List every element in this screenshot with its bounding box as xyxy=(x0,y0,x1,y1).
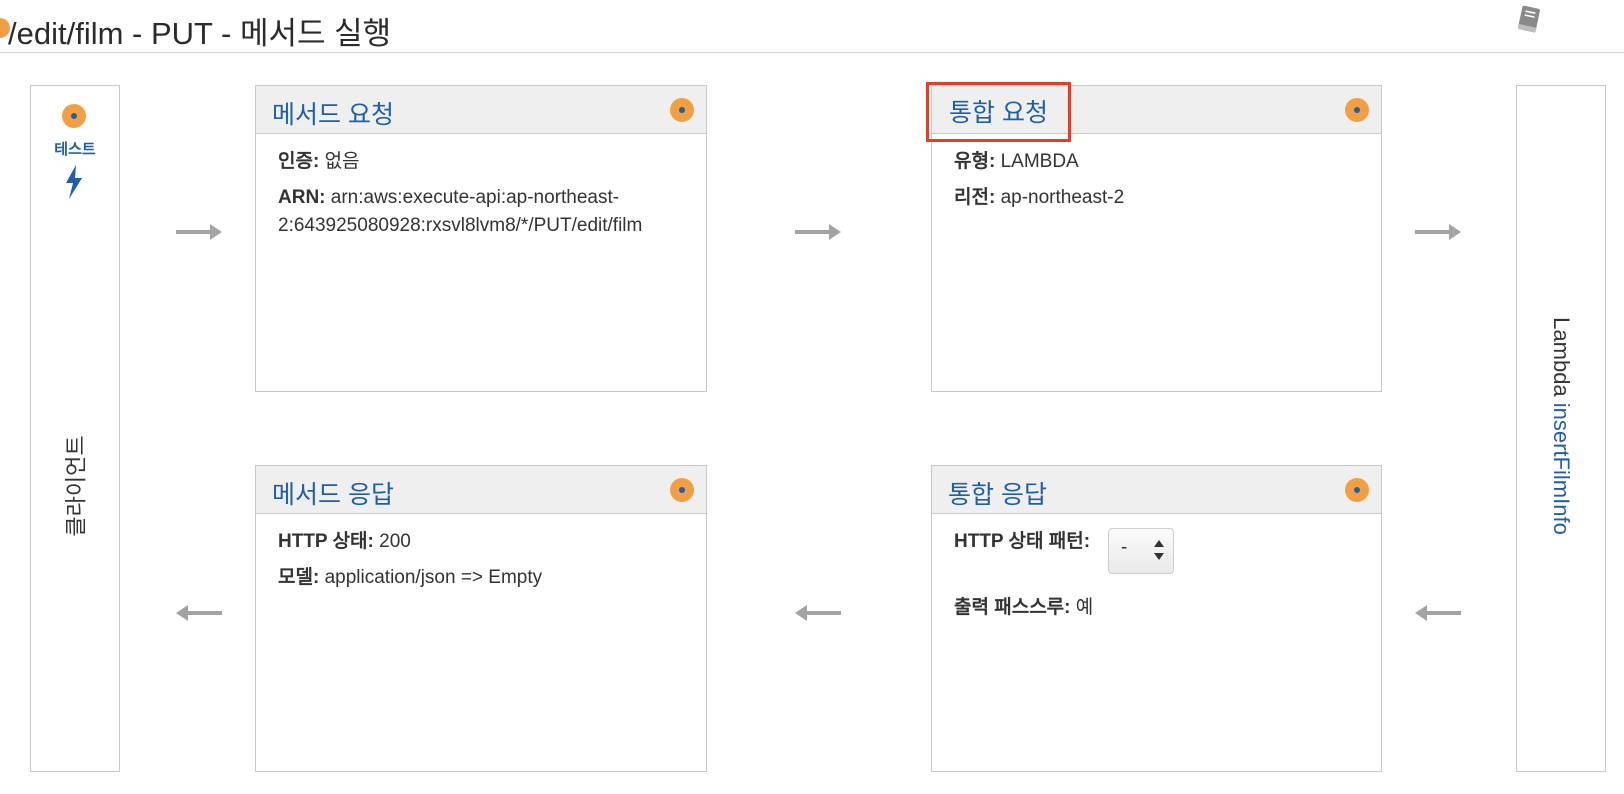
region-label: 리전: xyxy=(954,187,996,208)
arn-value-line1: arn:aws:execute-api:ap-northeast- xyxy=(330,187,620,208)
arn-label: ARN: xyxy=(278,187,326,208)
method-request-title[interactable]: 메서드 요청 xyxy=(272,95,394,131)
test-link[interactable]: 테스트 xyxy=(31,138,119,159)
passthrough-value: 예 xyxy=(1075,597,1094,618)
pattern-label: HTTP 상태 패턴: xyxy=(954,531,1091,552)
client-label: 클라이언트 xyxy=(64,435,90,537)
panel-status-dot xyxy=(1345,478,1369,502)
auth-row: 인증: 없음 xyxy=(278,148,360,176)
panel-header: 메서드 요청 xyxy=(256,86,706,134)
region-value: ap-northeast-2 xyxy=(1000,187,1125,208)
page-title: /edit/film - PUT - 메서드 실행 xyxy=(8,16,392,51)
panel-status-dot xyxy=(670,98,694,122)
panel-status-dot xyxy=(1345,98,1369,122)
client-column: 테스트 클라이언트 xyxy=(30,85,120,772)
integration-response-panel: 통합 응답 HTTP 상태 패턴: - 출력 패스스루: 예 xyxy=(931,465,1382,772)
integration-request-panel: 통합 요청 유형: LAMBDA 리전: ap-northeast-2 xyxy=(926,82,1382,392)
arrow-left-icon xyxy=(176,605,222,621)
panel-status-dot xyxy=(670,478,694,502)
auth-label: 인증: xyxy=(278,151,320,172)
header-divider xyxy=(0,52,1624,53)
auth-value: 없음 xyxy=(324,151,360,172)
lambda-column: Lambda insertFilmInfo xyxy=(1516,85,1606,772)
arrow-right-icon xyxy=(1415,224,1461,240)
model-value: application/json => Empty xyxy=(324,567,543,588)
status-value: 200 xyxy=(379,531,411,552)
arn-value-line2: 2:643925080928:rxsvl8lvm8/*/PUT/edit/fil… xyxy=(278,215,643,236)
status-label: HTTP 상태: xyxy=(278,531,374,552)
arrow-left-icon xyxy=(795,605,841,621)
lightning-bolt-icon[interactable] xyxy=(63,164,85,200)
passthrough-row: 출력 패스스루: 예 xyxy=(954,594,1093,622)
method-request-panel: 메서드 요청 인증: 없음 ARN: arn:aws:execute-api:a… xyxy=(255,85,707,392)
arn-row: ARN: arn:aws:execute-api:ap-northeast- xyxy=(278,184,619,212)
arrow-left-icon xyxy=(1415,605,1461,621)
integration-request-title[interactable]: 통합 요청 xyxy=(926,82,1071,142)
panel-header: 메서드 응답 xyxy=(256,466,706,514)
arrow-right-icon xyxy=(176,224,222,240)
lambda-prefix: Lambda xyxy=(1549,317,1574,397)
model-row: 모델: application/json => Empty xyxy=(278,564,542,592)
lambda-label-wrap: Lambda insertFilmInfo xyxy=(1517,286,1605,566)
integration-response-title[interactable]: 통합 응답 xyxy=(948,475,1047,511)
lambda-label: Lambda insertFilmInfo xyxy=(1548,317,1574,535)
type-label: 유형: xyxy=(954,151,996,172)
panel-header: 통합 요청 xyxy=(926,82,1381,142)
model-label: 모델: xyxy=(278,567,320,588)
type-row: 유형: LAMBDA xyxy=(954,148,1079,176)
passthrough-label: 출력 패스스루: xyxy=(954,597,1071,618)
status-pattern-value: - xyxy=(1121,537,1128,558)
client-label-wrap: 클라이언트 xyxy=(31,416,119,556)
pattern-row: HTTP 상태 패턴: xyxy=(954,520,1090,564)
arrow-right-icon xyxy=(795,224,841,240)
book-icon[interactable] xyxy=(1512,2,1546,36)
type-value: LAMBDA xyxy=(1000,151,1079,172)
panel-header: 통합 응답 xyxy=(932,466,1381,514)
status-pattern-select[interactable]: - xyxy=(1108,528,1174,574)
region-row: 리전: ap-northeast-2 xyxy=(954,184,1124,212)
test-status-dot[interactable] xyxy=(62,104,86,128)
method-response-title[interactable]: 메서드 응답 xyxy=(272,475,394,511)
lambda-function-link[interactable]: insertFilmInfo xyxy=(1549,403,1574,535)
select-arrows-icon xyxy=(1154,540,1164,560)
status-row: HTTP 상태: 200 xyxy=(278,528,411,556)
method-response-panel: 메서드 응답 HTTP 상태: 200 모델: application/json… xyxy=(255,465,707,772)
